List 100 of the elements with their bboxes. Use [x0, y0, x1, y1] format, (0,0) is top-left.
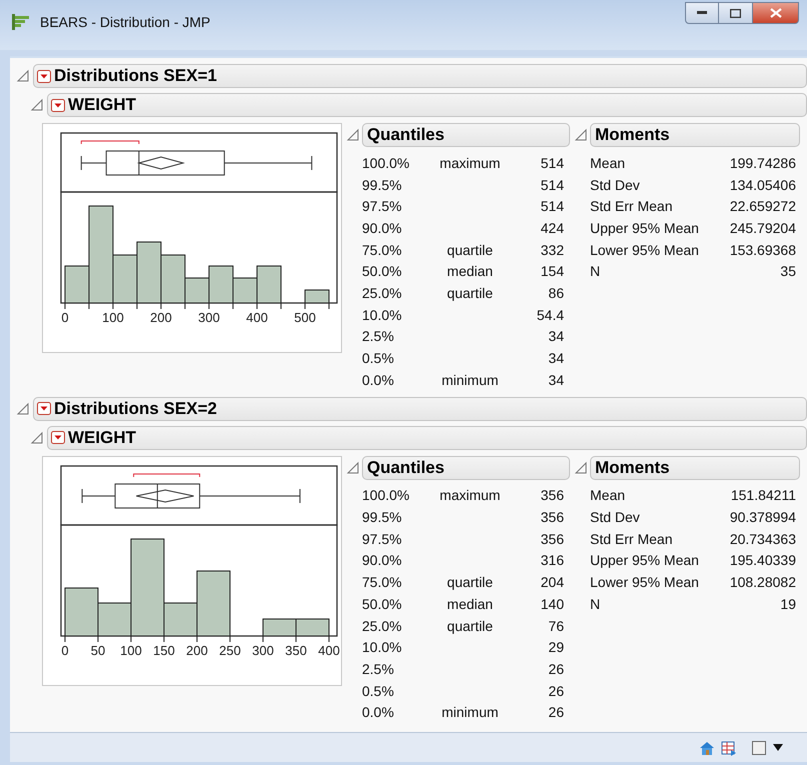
report-title: Quantiles — [367, 125, 444, 145]
table-cell-text: 34 — [547, 349, 564, 368]
axis-label: 200 — [150, 310, 172, 325]
table-cell-text: N — [590, 262, 602, 282]
dropdown-menu-icon[interactable] — [51, 431, 65, 444]
window-title: BEARS - Distribution - JMP — [40, 14, 210, 30]
outline-header[interactable]: Distributions SEX=1 — [33, 64, 807, 88]
table-cell-text: 195.40339 — [728, 551, 796, 570]
table-cell: maximum — [440, 487, 500, 504]
table-cell-text: 0.0% — [362, 703, 395, 722]
table-cell-text: 151.84211 — [730, 486, 796, 506]
table-cell-text: 154 — [540, 262, 564, 282]
table-cell: quartile — [447, 242, 493, 258]
axis-label: 0 — [61, 642, 69, 658]
table-cell-text: 34 — [547, 327, 564, 346]
axis-label: 500 — [294, 310, 316, 325]
histogram-bar — [304, 290, 330, 304]
table-cell-text: 54.4 — [536, 306, 564, 325]
table-cell: quartile — [447, 284, 493, 301]
table-cell-text: 75.0% — [362, 240, 403, 260]
minimize-button[interactable] — [685, 2, 719, 24]
table-cell-text: 134.05406 — [728, 176, 796, 195]
table-cell-text: Std Dev — [590, 176, 641, 195]
table-cell-text: Std Err Mean — [590, 197, 674, 216]
table-cell-text: 153.69368 — [728, 240, 796, 260]
axis-label: 300 — [198, 310, 220, 325]
table-cell-text: 26 — [547, 660, 564, 679]
table-cell-text: 100.0% — [362, 154, 410, 173]
report-header[interactable]: Moments — [590, 123, 800, 147]
axis-label: 150 — [153, 642, 175, 658]
table-cell-text: 245.79204 — [728, 218, 796, 238]
table-cell-text: 316 — [540, 551, 564, 570]
home-icon[interactable] — [699, 740, 715, 756]
table-cell-text: 108.28082 — [728, 573, 796, 592]
table-cell-text: 26 — [547, 703, 564, 722]
dropdown-menu-icon[interactable] — [37, 402, 51, 416]
disclosure-triangle-icon[interactable] — [30, 430, 44, 445]
disclosure-triangle-icon[interactable] — [574, 128, 588, 142]
axis-label: 400 — [246, 310, 268, 325]
table-cell-text: 356 — [540, 486, 564, 506]
dropdown-arrow-icon[interactable] — [773, 744, 783, 752]
minimize-icon — [697, 11, 707, 15]
outline-header[interactable]: WEIGHT — [47, 426, 807, 450]
table-cell-text: 86 — [547, 284, 564, 303]
dropdown-menu-icon[interactable] — [37, 70, 51, 82]
table-cell-text: Mean — [590, 154, 626, 173]
table-cell-text: 199.74286 — [728, 154, 796, 173]
table-cell-text: 19 — [779, 594, 796, 614]
table-cell-text: 356 — [540, 530, 564, 549]
axis-label: 350 — [285, 642, 307, 658]
histogram-bar — [296, 618, 330, 636]
table-cell-text: Lower 95% Mean — [590, 573, 700, 592]
axis-label: 200 — [186, 642, 208, 658]
report-header[interactable]: Moments — [590, 456, 800, 480]
table-cell-text: Lower 95% Mean — [590, 240, 700, 260]
table-cell-text: 514 — [540, 176, 564, 195]
close-button[interactable] — [753, 2, 799, 24]
report-title: Moments — [595, 125, 670, 145]
disclosure-triangle-icon[interactable] — [16, 69, 30, 83]
outline-title: Distributions SEX=2 — [54, 398, 217, 419]
table-cell-text: 25.0% — [362, 616, 403, 636]
table-cell-text: 90.0% — [362, 551, 403, 570]
table-cell-text: 514 — [540, 154, 564, 173]
disclosure-triangle-icon[interactable] — [574, 460, 588, 475]
dropdown-menu-icon[interactable] — [51, 98, 65, 112]
table-cell-text: 50.0% — [362, 594, 403, 614]
table-cell-text: 75.0% — [362, 573, 403, 592]
axis-label: 100 — [102, 310, 124, 325]
close-icon — [770, 8, 782, 18]
outline-title: Distributions SEX=1 — [54, 66, 217, 86]
report-header[interactable]: Quantiles — [362, 123, 570, 147]
table-cell: minimum — [442, 704, 498, 720]
table-cell-text: 35 — [779, 262, 796, 282]
table-cell: minimum — [442, 372, 498, 388]
table-cell-text: 332 — [540, 240, 564, 260]
maximize-button[interactable] — [719, 2, 753, 24]
table-cell-text: 0.0% — [362, 370, 395, 390]
outline-title: WEIGHT — [68, 428, 136, 448]
table-cell-text: Upper 95% Mean — [590, 551, 700, 570]
table-cell-text: Std Err Mean — [590, 530, 674, 549]
outline-header[interactable]: WEIGHT — [47, 93, 807, 117]
disclosure-triangle-icon[interactable] — [30, 98, 44, 112]
disclosure-triangle-icon[interactable] — [346, 128, 360, 142]
disclosure-triangle-icon[interactable] — [346, 460, 360, 475]
disclosure-triangle-icon[interactable] — [16, 402, 30, 416]
table-cell-text: 97.5% — [362, 197, 403, 216]
table-cell-text: 10.0% — [362, 638, 403, 658]
table-icon[interactable] — [721, 740, 737, 756]
table-cell-text: 50.0% — [362, 262, 403, 282]
table-cell: quartile — [447, 618, 493, 634]
table-cell: median — [447, 263, 493, 280]
checkbox-icon[interactable] — [751, 740, 767, 756]
table-cell-text: 140 — [540, 594, 564, 614]
table-cell-text: 424 — [540, 218, 564, 238]
report-title: Quantiles — [367, 458, 444, 478]
table-cell-text: 90.378994 — [728, 508, 796, 528]
outline-header[interactable]: Distributions SEX=2 — [33, 396, 807, 421]
table-cell-text: 22.659272 — [728, 197, 796, 216]
report-header[interactable]: Quantiles — [362, 456, 570, 480]
table-cell: quartile — [447, 574, 493, 590]
